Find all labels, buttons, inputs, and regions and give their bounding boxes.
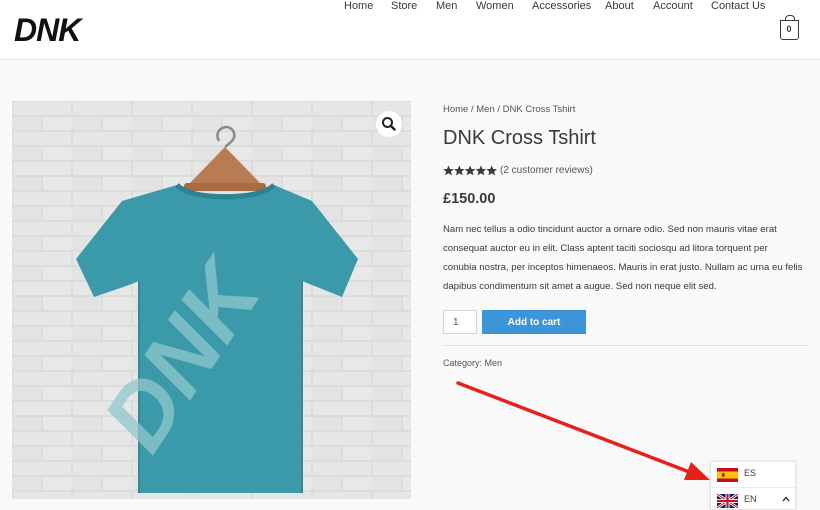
language-option-en[interactable]: EN [711, 487, 797, 510]
language-code-es: ES [744, 468, 757, 478]
svg-text:DNK: DNK [14, 12, 84, 48]
breadcrumb-separator: / [494, 104, 503, 115]
product-category: Category: Men [443, 358, 502, 368]
shopping-bag-icon[interactable]: 0 [780, 15, 799, 40]
uk-flag-icon [717, 494, 738, 508]
nav-contact-us[interactable]: Contact Us [711, 0, 765, 12]
language-switcher: ES EN [710, 461, 797, 510]
chevron-up-icon[interactable] [782, 496, 790, 502]
language-option-es[interactable]: ES [711, 462, 797, 486]
description-line: conubia nostra, per inceptos himenaeos. … [443, 262, 803, 273]
nav-about[interactable]: About [605, 0, 634, 12]
product-description: Nam nec tellus a odio tincidunt auctor a… [443, 220, 813, 296]
divider [443, 345, 809, 346]
product-title: DNK Cross Tshirt [443, 127, 596, 149]
site-header: DNK Home Store Men Women Accessories Abo… [0, 0, 820, 60]
cart-count: 0 [786, 24, 792, 34]
breadcrumb-home[interactable]: Home [443, 104, 468, 115]
annotation-arrow [456, 381, 710, 480]
breadcrumb: Home / Men / DNK Cross Tshirt [443, 104, 575, 115]
tshirt-photo: DNK [12, 101, 411, 499]
category-label: Category: [443, 358, 483, 368]
site-logo[interactable]: DNK [12, 10, 92, 48]
description-line: dapibus condimentum sit amet a augue. Se… [443, 281, 717, 292]
nav-store[interactable]: Store [391, 0, 417, 12]
description-line: consequat auctor eu in elit. Class apten… [443, 243, 768, 254]
spain-flag-icon [717, 468, 738, 482]
star-rating-icon [443, 165, 497, 176]
nav-home[interactable]: Home [344, 0, 373, 12]
breadcrumb-men[interactable]: Men [476, 104, 494, 115]
quantity-input[interactable] [443, 310, 477, 334]
nav-women[interactable]: Women [476, 0, 514, 12]
product-price: £150.00 [443, 191, 496, 207]
zoom-magnifier-icon [382, 117, 396, 131]
description-line: Nam nec tellus a odio tincidunt auctor a… [443, 224, 777, 235]
reviews-link[interactable]: (2 customer reviews) [500, 165, 593, 176]
add-to-cart-button[interactable]: Add to cart [482, 310, 586, 334]
language-code-en: EN [744, 494, 757, 504]
breadcrumb-current: DNK Cross Tshirt [502, 104, 576, 115]
category-link[interactable]: Men [485, 358, 503, 368]
nav-account[interactable]: Account [653, 0, 693, 12]
nav-accessories[interactable]: Accessories [532, 0, 591, 12]
zoom-button[interactable] [376, 111, 402, 137]
nav-men[interactable]: Men [436, 0, 457, 12]
product-image[interactable]: DNK [12, 101, 411, 499]
